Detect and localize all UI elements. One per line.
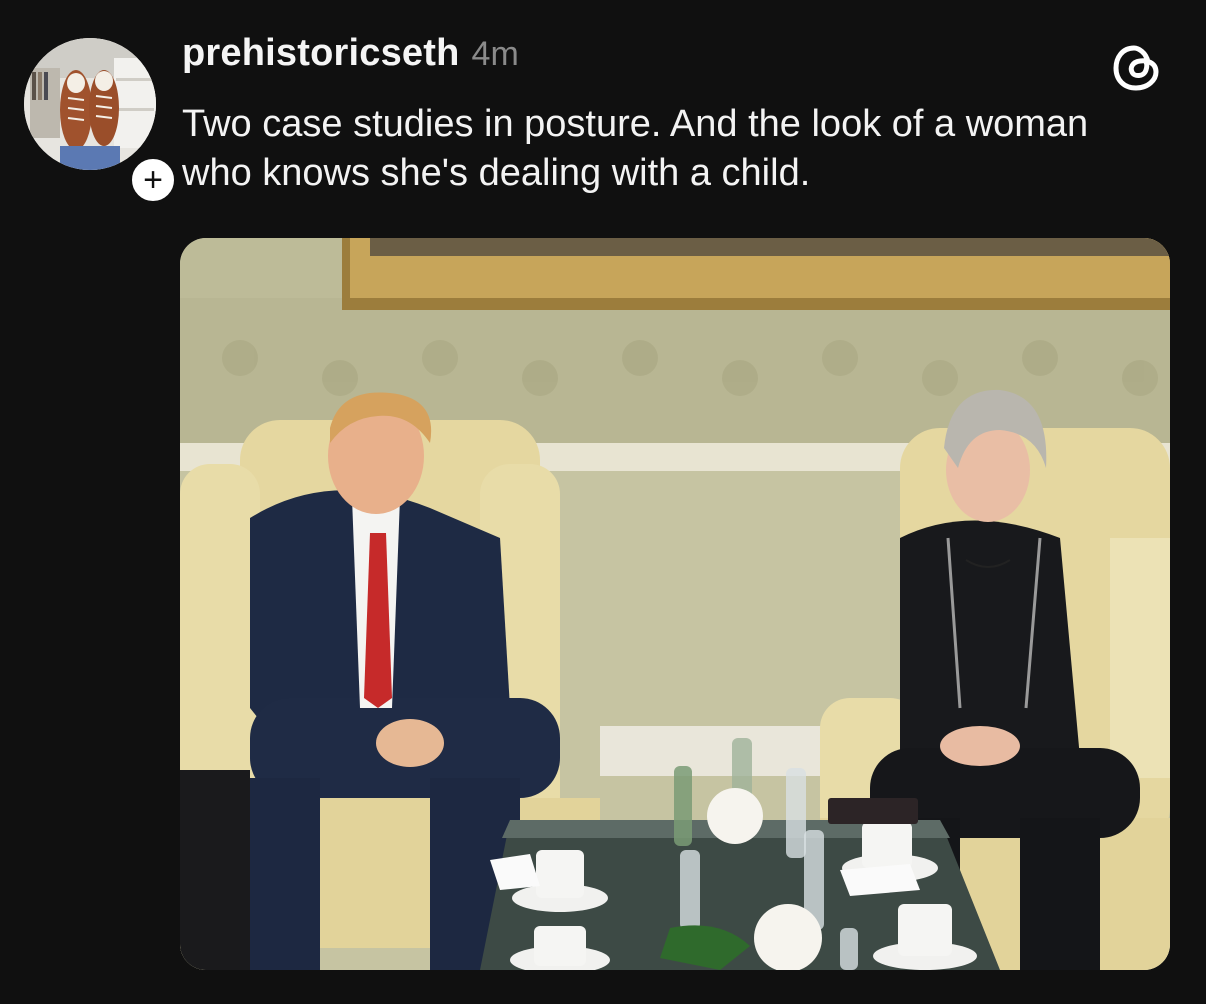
post-text: Two case studies in posture. And the loo… (182, 103, 1089, 194)
username-link[interactable]: prehistoricseth (182, 32, 460, 75)
author-avatar-container[interactable]: + (24, 38, 178, 205)
threads-logo-icon[interactable] (1110, 40, 1166, 96)
avatar[interactable] (24, 38, 156, 170)
plus-icon: + (143, 161, 163, 199)
follow-plus-button[interactable]: + (128, 155, 178, 205)
post-photo[interactable] (180, 238, 1170, 970)
post-timestamp: 4m (471, 35, 519, 73)
post-header: prehistoricseth 4m (182, 32, 519, 76)
